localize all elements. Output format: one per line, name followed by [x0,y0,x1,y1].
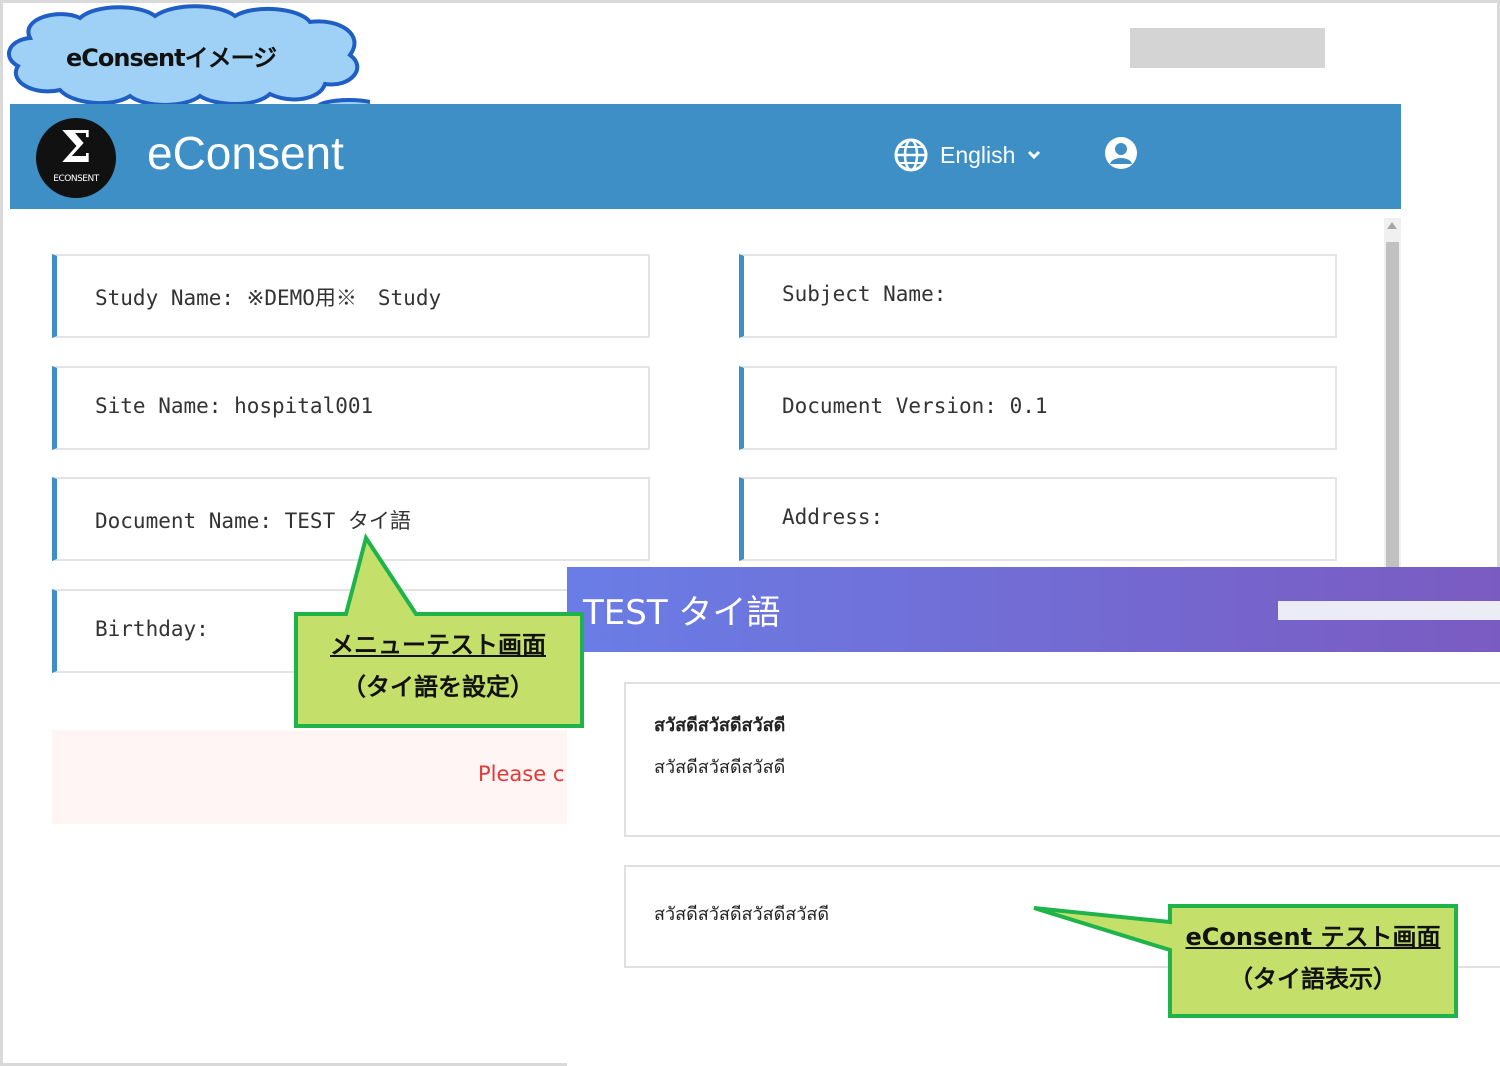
alert-text: Please c [478,762,565,786]
econsent-test-callout: eConsent テスト画面 （タイ語表示） [1172,916,1454,1000]
study-name: Study Name: ※DEMO用※ Study [95,286,442,310]
site-name-card: Site Name: hospital001 [52,366,650,450]
cloud-label: eConsentイメージ [66,44,277,72]
callout-line: （タイ語表示） [1229,965,1397,993]
alert-message: Please c [52,730,572,824]
globe-icon [894,138,928,172]
document-title: TEST タイ語 [583,593,781,633]
sigma-icon: Σ [60,122,92,173]
section-body: สวัสดีสวัสดีสวัสดีสวัสดี [654,904,830,925]
app-header: Σ ECONSENT eConsent English [10,104,1401,209]
study-name-card: Study Name: ※DEMO用※ Study [52,254,650,338]
chevron-down-icon [1028,150,1041,160]
app-logo[interactable]: Σ ECONSENT [36,118,116,198]
language-label: English [940,141,1016,168]
document-version-card: Document Version: 0.1 [739,366,1337,450]
scroll-up-arrow-icon[interactable] [1387,222,1397,229]
user-name[interactable] [1130,28,1325,68]
document-name-card: Document Name: TEST タイ語 [52,477,650,561]
language-selector[interactable]: English [894,138,1041,172]
section-body: สวัสดีสวัสดีสวัสดี [654,757,786,778]
scroll-thumb[interactable] [1386,242,1399,568]
callout-line: （タイ語を設定） [342,673,534,701]
logo-wordmark: ECONSENT [53,174,99,184]
section-heading: สวัสดีสวัสดีสวัสดี [654,715,786,736]
birthday: Birthday: [95,617,209,641]
subject-name: Subject Name: [782,282,947,306]
header-progress-bar [1278,601,1500,620]
document-version: Document Version: 0.1 [782,394,1048,418]
address-card: Address: [739,477,1337,561]
subject-name-card: Subject Name: [739,254,1337,338]
document-viewer-header: TEST タイ語 [567,567,1500,652]
callout-line: メニューテスト画面 [330,631,546,659]
app-title: eConsent [147,127,344,179]
menu-test-callout: メニューテスト画面 （タイ語を設定） [296,624,580,708]
document-name: Document Name: TEST タイ語 [95,509,411,533]
document-section-1: สวัสดีสวัสดีสวัสดี สวัสดีสวัสดีสวัสดี [624,682,1500,837]
vertical-scrollbar[interactable] [1384,218,1401,568]
user-avatar-icon[interactable] [1104,136,1138,170]
address: Address: [782,505,884,529]
callout-line: eConsent テスト画面 [1185,923,1441,951]
site-name: Site Name: hospital001 [95,394,374,418]
